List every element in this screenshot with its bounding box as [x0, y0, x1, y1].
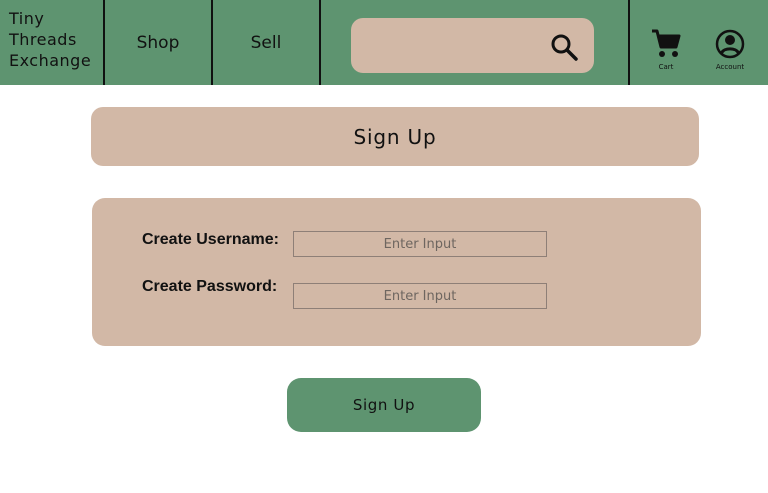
brand-line: Threads — [9, 30, 77, 49]
top-navbar: Tiny Threads Exchange Shop Sell Cart Acc… — [0, 0, 768, 85]
password-label: Create Password: — [142, 278, 278, 295]
cart-label: Cart — [658, 63, 674, 71]
brand-line: Tiny — [9, 9, 45, 28]
search-bar — [351, 18, 594, 73]
cart-icon — [652, 29, 681, 57]
signup-form: Create Username: Create Password: — [92, 198, 701, 346]
cart-button[interactable]: Cart — [641, 28, 691, 78]
sign-up-button[interactable]: Sign Up — [287, 378, 481, 432]
nav-divider — [628, 0, 630, 85]
account-label: Account — [715, 63, 745, 71]
password-field[interactable] — [293, 283, 547, 309]
account-button[interactable]: Account — [705, 28, 755, 78]
nav-sell-link[interactable]: Sell — [213, 0, 319, 85]
brand-line: Exchange — [9, 51, 92, 70]
username-field[interactable] — [293, 231, 547, 257]
search-input[interactable] — [363, 28, 543, 63]
account-icon — [715, 29, 745, 59]
nav-shop-link[interactable]: Shop — [105, 0, 211, 85]
brand-logo[interactable]: Tiny Threads Exchange — [9, 8, 101, 71]
page-title: Sign Up — [91, 107, 699, 166]
search-icon[interactable] — [550, 33, 578, 61]
username-label: Create Username: — [142, 231, 279, 248]
nav-divider — [319, 0, 321, 85]
